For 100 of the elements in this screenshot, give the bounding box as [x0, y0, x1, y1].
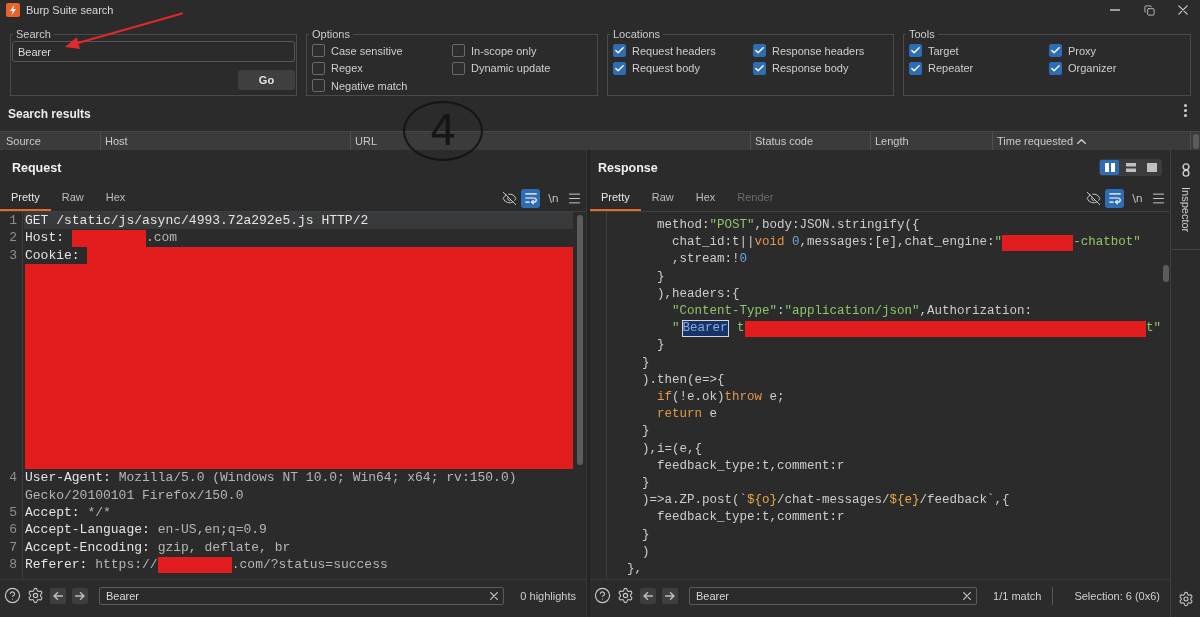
- editor-tab[interactable]: Raw: [640, 185, 685, 211]
- code-text: method:"POST",body:JSON.stringify({: [657, 217, 920, 234]
- checkbox-label: Dynamic update: [471, 62, 551, 75]
- code-text: Accept: */*: [25, 504, 111, 522]
- checkbox[interactable]: [613, 61, 626, 75]
- crossed-eye-icon[interactable]: [502, 190, 517, 206]
- checkbox[interactable]: [452, 44, 465, 58]
- code-text: Cookie:: [25, 246, 81, 265]
- code-text: )=>a.ZP.post(`${o}/chat-messages/${e}/feedback`,{: [642, 492, 1010, 510]
- panel-title: Response: [598, 160, 658, 175]
- code-text: ,stream:!0: [672, 251, 748, 269]
- line-number: 8: [9, 557, 17, 573]
- checkbox-label: Response headers: [772, 44, 865, 57]
- group-label: Options: [311, 28, 351, 41]
- crossed-eye-icon[interactable]: [1086, 190, 1101, 206]
- previous-match-button[interactable]: [640, 587, 656, 604]
- find-field[interactable]: Bearer: [689, 586, 978, 605]
- wrap-lines-button[interactable]: [1105, 188, 1124, 208]
- code-text: if(!e.ok)throw e;: [657, 389, 785, 407]
- code-text: }: [642, 526, 650, 544]
- arrow-right-icon: [75, 591, 85, 600]
- scrollbar-thumb[interactable]: [576, 215, 583, 465]
- wrap-lines-button[interactable]: [521, 188, 540, 208]
- settings-icon[interactable]: [27, 587, 44, 604]
- editor-tab[interactable]: Hex: [684, 185, 727, 211]
- checkbox[interactable]: [753, 61, 766, 75]
- scrollbar-thumb[interactable]: [1192, 134, 1199, 149]
- double-ring-icon: [1179, 163, 1192, 177]
- help-icon[interactable]: [4, 587, 21, 604]
- text-wrap-icon: [1107, 191, 1122, 205]
- checkbox-label: In-scope only: [471, 44, 537, 57]
- checkbox[interactable]: [1049, 61, 1062, 75]
- code-text: -chatbot": [1073, 234, 1141, 252]
- code-text: ": [672, 320, 680, 338]
- newline-toggle[interactable]: \n: [544, 188, 563, 208]
- find-field[interactable]: Bearer: [99, 586, 505, 605]
- settings-icon[interactable]: [1177, 591, 1194, 607]
- code-text: return e: [657, 406, 718, 424]
- previous-match-button[interactable]: [50, 587, 66, 604]
- selection-info: Selection: 6 (0x6): [1074, 589, 1160, 602]
- code-text: chat_id:t||void 0,messages:[e],chat_engine:": [672, 234, 1003, 252]
- checkbox-label: Case sensitive: [331, 44, 403, 57]
- checkbox[interactable]: [1049, 44, 1062, 58]
- checkbox[interactable]: [613, 44, 626, 58]
- code-text: ).then(e=>{: [642, 371, 725, 389]
- checkbox-label: Request body: [632, 62, 700, 75]
- scrollbar-thumb[interactable]: [1162, 265, 1169, 282]
- code-text: Accept-Language: en-US,en;q=0.9: [25, 521, 267, 539]
- column-header[interactable]: Status code: [750, 132, 870, 150]
- search-field[interactable]: Bearer: [12, 41, 295, 62]
- match-count: 1/1 match: [993, 589, 1042, 602]
- match-count: 0 highlights: [520, 589, 576, 602]
- editor-tab[interactable]: Raw: [50, 185, 95, 211]
- newline-toggle[interactable]: \n: [1128, 188, 1147, 208]
- checkbox-label: Repeater: [928, 62, 974, 75]
- code-text: }: [642, 423, 650, 441]
- code-text: Referer: https://: [25, 556, 158, 574]
- restore-icon: [1143, 4, 1155, 16]
- editor-tab[interactable]: Hex: [94, 185, 137, 211]
- checkbox[interactable]: [452, 61, 465, 75]
- checkbox[interactable]: [909, 61, 922, 75]
- settings-icon[interactable]: [617, 587, 634, 604]
- inspector-tab[interactable]: Inspector: [1171, 150, 1200, 251]
- go-button[interactable]: Go: [238, 70, 295, 90]
- checkbox[interactable]: [909, 44, 922, 58]
- arrow-left-icon: [643, 591, 653, 600]
- help-icon[interactable]: [594, 587, 611, 604]
- next-match-button[interactable]: [662, 587, 678, 604]
- window-title: Burp Suite search: [26, 4, 114, 16]
- column-header[interactable]: Length: [870, 132, 992, 150]
- checkbox[interactable]: [312, 79, 325, 93]
- editor-tab[interactable]: Pretty: [590, 185, 641, 211]
- menu-icon[interactable]: [1151, 190, 1166, 206]
- clear-icon[interactable]: [490, 591, 499, 600]
- menu-icon[interactable]: [567, 190, 582, 206]
- column-header[interactable]: Source: [0, 132, 100, 150]
- panel-title: Request: [12, 160, 62, 175]
- code-text: },: [627, 561, 642, 579]
- line-number: 5: [9, 505, 17, 521]
- column-header[interactable]: Host: [100, 132, 350, 150]
- code-text: Accept-Encoding: gzip, deflate, br: [25, 538, 291, 557]
- code-text: }: [642, 354, 650, 372]
- code-text: t": [1146, 320, 1161, 338]
- layout-button[interactable]: [1100, 160, 1119, 175]
- more-menu-icon[interactable]: [1184, 104, 1187, 117]
- section-title: Search results: [8, 106, 91, 121]
- single-pane-icon: [1146, 163, 1157, 172]
- checkbox[interactable]: [753, 44, 766, 58]
- group-label: Tools: [908, 28, 936, 41]
- minimize-icon: [1110, 9, 1120, 11]
- checkbox[interactable]: [312, 61, 325, 75]
- app-logo-icon: [6, 3, 20, 17]
- checkbox[interactable]: [312, 44, 325, 58]
- code-text: .com/?status=success: [231, 556, 388, 574]
- column-header[interactable]: Time requested: [992, 132, 1190, 150]
- next-match-button[interactable]: [72, 587, 88, 604]
- clear-icon[interactable]: [963, 591, 972, 600]
- text-wrap-icon: [523, 191, 538, 205]
- line-number: 6: [9, 522, 17, 538]
- checkbox-label: Request headers: [632, 44, 716, 57]
